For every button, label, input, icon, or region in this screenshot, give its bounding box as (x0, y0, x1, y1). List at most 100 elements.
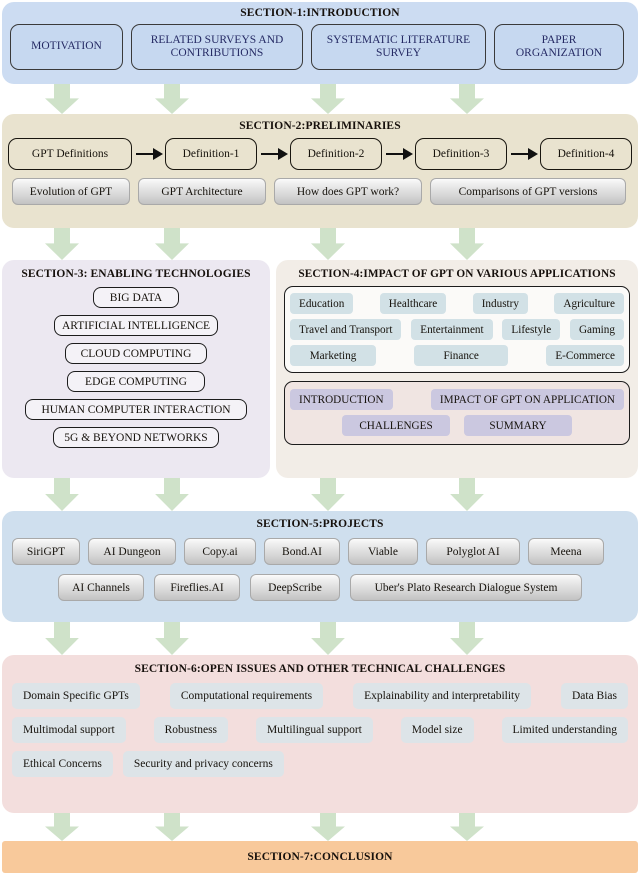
down-arrow-icon (450, 84, 484, 114)
s4-structure-challenges[interactable]: CHALLENGES (342, 415, 450, 436)
down-arrow-icon (45, 813, 79, 841)
s1-item-motivation[interactable]: MOTIVATION (10, 24, 123, 70)
s3-item-edge-computing[interactable]: EDGE COMPUTING (67, 371, 205, 392)
section-1-title: SECTION-1:INTRODUCTION (240, 7, 400, 19)
s3-item-5g-beyond-networks[interactable]: 5G & BEYOND NETWORKS (53, 427, 219, 448)
section-2-topics: Evolution of GPT GPT Architecture How do… (2, 170, 638, 205)
s6-issue-ethical-concerns[interactable]: Ethical Concerns (12, 751, 113, 777)
down-arrow-icon (45, 622, 79, 655)
s6-issue-multimodal-support[interactable]: Multimodal support (12, 717, 126, 743)
s2-node-definition-1[interactable]: Definition-1 (165, 138, 257, 170)
section-6-row-1: Domain Specific GPTs Computational requi… (2, 675, 638, 709)
s6-issue-multilingual-support[interactable]: Multilingual support (255, 717, 373, 743)
s4-app-healthcare[interactable]: Healthcare (379, 293, 447, 314)
arrow-band-2 (0, 228, 640, 260)
s4-app-row: Education Healthcare Industry Agricultur… (290, 293, 624, 314)
s2-topic-gpt-architecture[interactable]: GPT Architecture (138, 178, 266, 205)
s1-item-systematic-literature-survey[interactable]: SYSTEMATIC LITERATURE SURVEY (311, 24, 486, 70)
arrow-band-4 (0, 622, 640, 655)
right-arrow-icon (259, 148, 288, 160)
section-7-conclusion: SECTION-7:CONCLUSION (2, 841, 638, 873)
s5-project-polyglot-ai[interactable]: Polyglot AI (426, 538, 520, 565)
s6-issue-model-size[interactable]: Model size (400, 717, 474, 743)
arrow-band-3 (0, 478, 640, 511)
s4-app-finance[interactable]: Finance (414, 345, 509, 366)
s4-app-agriculture[interactable]: Agriculture (554, 293, 624, 314)
s3-item-big-data[interactable]: BIG DATA (93, 287, 179, 308)
section-4-impact-of-gpt: SECTION-4:IMPACT OF GPT ON VARIOUS APPLI… (276, 260, 638, 478)
down-arrow-icon (311, 813, 345, 841)
down-arrow-icon (450, 228, 484, 260)
s5-project-viable[interactable]: Viable (348, 538, 418, 565)
s6-issue-limited-understanding[interactable]: Limited understanding (501, 717, 628, 743)
s6-issue-robustness[interactable]: Robustness (153, 717, 229, 743)
s4-structure-impact-of-gpt-on-application[interactable]: IMPACT OF GPT ON APPLICATION (430, 389, 624, 410)
section-5-projects: SECTION-5:PROJECTS SiriGPT AI Dungeon Co… (2, 511, 638, 622)
s4-app-e-commerce[interactable]: E-Commerce (546, 345, 624, 366)
s3-item-cloud-computing[interactable]: CLOUD COMPUTING (65, 343, 207, 364)
s4-app-industry[interactable]: Industry (472, 293, 528, 314)
section-2-title: SECTION-2:PRELIMINARIES (239, 120, 401, 132)
s2-node-gpt-definitions[interactable]: GPT Definitions (8, 138, 132, 170)
right-arrow-icon (509, 148, 538, 160)
s4-structure-summary[interactable]: SUMMARY (464, 415, 572, 436)
s5-project-bond-ai[interactable]: Bond.AI (264, 538, 340, 565)
down-arrow-icon (450, 813, 484, 841)
s2-topic-evolution-of-gpt[interactable]: Evolution of GPT (12, 178, 130, 205)
s2-node-definition-3[interactable]: Definition-3 (415, 138, 507, 170)
s1-item-related-surveys[interactable]: RELATED SURVEYS AND CONTRIBUTIONS (131, 24, 303, 70)
arrow-band-5 (0, 813, 640, 841)
arrow-band-1 (0, 84, 640, 114)
down-arrow-icon (155, 228, 189, 260)
section-4-title: SECTION-4:IMPACT OF GPT ON VARIOUS APPLI… (298, 268, 616, 280)
section-4-structure-panel: INTRODUCTION IMPACT OF GPT ON APPLICATIO… (284, 381, 630, 445)
down-arrow-icon (45, 228, 79, 260)
s4-app-education[interactable]: Education (290, 293, 354, 314)
s2-topic-comparisons-of-gpt-versions[interactable]: Comparisons of GPT versions (430, 178, 626, 205)
s4-app-marketing[interactable]: Marketing (290, 345, 376, 366)
s5-project-fireflies-ai[interactable]: Fireflies.AI (154, 574, 240, 601)
down-arrow-icon (155, 622, 189, 655)
s3-item-artificial-intelligence[interactable]: ARTIFICIAL INTELLIGENCE (54, 315, 218, 336)
s2-node-definition-4[interactable]: Definition-4 (540, 138, 632, 170)
s4-app-gaming[interactable]: Gaming (569, 319, 624, 340)
s5-project-sirigpt[interactable]: SiriGPT (12, 538, 80, 565)
s4-structure-row: CHALLENGES SUMMARY (290, 415, 624, 436)
section-6-row-2: Multimodal support Robustness Multilingu… (2, 709, 638, 743)
down-arrow-icon (311, 478, 345, 511)
s4-app-row: Travel and Transport Entertainment Lifes… (290, 319, 624, 340)
s4-app-entertainment[interactable]: Entertainment (411, 319, 493, 340)
s4-app-travel-and-transport[interactable]: Travel and Transport (290, 319, 402, 340)
s2-topic-how-does-gpt-work[interactable]: How does GPT work? (274, 178, 422, 205)
s6-issue-explainability-and-interpretability[interactable]: Explainability and interpretability (353, 683, 531, 709)
down-arrow-icon (311, 622, 345, 655)
s5-project-ai-dungeon[interactable]: AI Dungeon (88, 538, 176, 565)
down-arrow-icon (155, 84, 189, 114)
s2-node-definition-2[interactable]: Definition-2 (290, 138, 382, 170)
s4-app-lifestyle[interactable]: Lifestyle (502, 319, 561, 340)
section-5-row-1: SiriGPT AI Dungeon Copy.ai Bond.AI Viabl… (2, 530, 638, 565)
s4-structure-introduction[interactable]: INTRODUCTION (290, 389, 393, 410)
section-7-title: SECTION-7:CONCLUSION (247, 851, 393, 863)
right-arrow-icon (134, 148, 163, 160)
section-2-preliminaries: SECTION-2:PRELIMINARIES GPT Definitions … (2, 114, 638, 228)
s6-issue-security-and-privacy-concerns[interactable]: Security and privacy concerns (122, 751, 284, 777)
s5-project-meena[interactable]: Meena (528, 538, 604, 565)
s4-app-row: Marketing Finance E-Commerce (290, 345, 624, 366)
section-1-introduction: SECTION-1:INTRODUCTION MOTIVATION RELATE… (2, 2, 638, 84)
s5-project-ubers-plato-research-dialogue-system[interactable]: Uber's Plato Research Dialogue System (350, 574, 582, 601)
s6-issue-data-bias[interactable]: Data Bias (560, 683, 628, 709)
down-arrow-icon (45, 478, 79, 511)
section-2-definition-flow: GPT Definitions Definition-1 Definition-… (2, 132, 638, 170)
down-arrow-icon (155, 813, 189, 841)
down-arrow-icon (311, 84, 345, 114)
s5-project-ai-channels[interactable]: AI Channels (58, 574, 144, 601)
s3-item-human-computer-interaction[interactable]: HUMAN COMPUTER INTERACTION (25, 399, 247, 420)
s5-project-copy-ai[interactable]: Copy.ai (184, 538, 256, 565)
s6-issue-domain-specific-gpts[interactable]: Domain Specific GPTs (12, 683, 140, 709)
section-6-open-issues: SECTION-6:OPEN ISSUES AND OTHER TECHNICA… (2, 655, 638, 813)
s5-project-deepscribe[interactable]: DeepScribe (250, 574, 340, 601)
s4-structure-row: INTRODUCTION IMPACT OF GPT ON APPLICATIO… (290, 389, 624, 410)
s6-issue-computational-requirements[interactable]: Computational requirements (169, 683, 324, 709)
s1-item-paper-organization[interactable]: PAPER ORGANIZATION (494, 24, 624, 70)
